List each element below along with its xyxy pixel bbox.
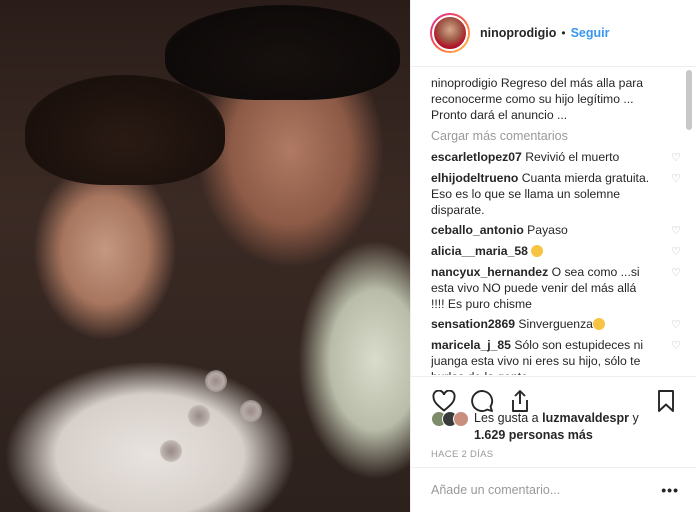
heart-icon[interactable]: ♡ (669, 338, 683, 375)
comment-username[interactable]: alicia__maria_58 (431, 244, 528, 258)
thinking-emoji-icon (531, 245, 544, 257)
likes-count-link[interactable]: 1.629 personas más (474, 428, 593, 442)
comment-row: elhijodeltrueno Cuanta mierda gratuita. … (431, 170, 683, 218)
follow-button[interactable]: Seguir (571, 26, 610, 40)
comment-row: alicia__maria_58 ♡ (431, 243, 683, 260)
heart-icon[interactable]: ♡ (669, 244, 683, 260)
tongue-emoji-icon (592, 318, 605, 330)
comment-row: escarletlopez07 Revivió el muerto ♡ (431, 149, 683, 166)
post-photo[interactable] (0, 0, 410, 512)
post-caption: ninoprodigio Regreso del más alla para r… (431, 75, 667, 123)
likes-user-link[interactable]: luzmavaldespr (542, 411, 629, 425)
heart-icon[interactable]: ♡ (669, 265, 683, 312)
comment-username[interactable]: elhijodeltrueno (431, 171, 518, 185)
post-header: ninoprodigio • Seguir (411, 0, 696, 67)
shirt-flower (188, 405, 210, 427)
header-username[interactable]: ninoprodigio (480, 26, 556, 40)
post-side-panel: ninoprodigio • Seguir ninoprodigio Regre… (410, 0, 696, 512)
shirt-flower (160, 440, 182, 462)
photo-hair-right (165, 5, 400, 100)
add-comment-bar: ••• (411, 467, 696, 512)
likes-summary: Les gusta a luzmavaldespr y 1.629 person… (431, 410, 683, 444)
heart-icon[interactable]: ♡ (669, 171, 683, 218)
comment-username[interactable]: ceballo_antonio (431, 223, 524, 237)
comment-text: Payaso (527, 223, 568, 237)
comment-text: Revivió el muerto (525, 150, 620, 164)
comment-text: Sinverguenza (518, 317, 593, 331)
more-options-button[interactable]: ••• (661, 482, 679, 498)
comments-scrollbar[interactable] (686, 70, 692, 130)
avatar (453, 411, 469, 427)
photo-hair-left (25, 75, 225, 185)
comment-input[interactable] (431, 483, 662, 497)
comment-username[interactable]: sensation2869 (431, 317, 515, 331)
post-timestamp[interactable]: HACE 2 DÍAS (431, 449, 493, 460)
likes-joiner: y (632, 411, 639, 425)
comments-list: ninoprodigio Regreso del más alla para r… (431, 75, 683, 375)
liker-avatars[interactable] (431, 411, 469, 427)
heart-icon[interactable]: ♡ (669, 317, 683, 333)
comment-username[interactable]: nancyux_hernandez (431, 265, 548, 279)
shirt-flower (240, 400, 262, 422)
comment-row: nancyux_hernandez O sea como ...si esta … (431, 264, 683, 312)
comment-username[interactable]: maricela_j_85 (431, 338, 511, 352)
heart-icon[interactable]: ♡ (669, 150, 683, 166)
caption-username[interactable]: ninoprodigio (431, 76, 497, 90)
header-separator: • (561, 26, 566, 40)
load-more-comments-button[interactable]: Cargar más comentarios (431, 128, 683, 144)
comment-username[interactable]: escarletlopez07 (431, 150, 522, 164)
comment-row: ceballo_antonio Payaso ♡ (431, 222, 683, 239)
likes-prefix: Les gusta a (474, 411, 539, 425)
shirt-flower (205, 370, 227, 392)
heart-icon[interactable]: ♡ (669, 223, 683, 239)
avatar[interactable] (430, 13, 470, 53)
comment-row: sensation2869 Sinverguenza ♡ (431, 316, 683, 333)
comment-row: maricela_j_85 Sólo son estupideces ni ju… (431, 337, 683, 375)
